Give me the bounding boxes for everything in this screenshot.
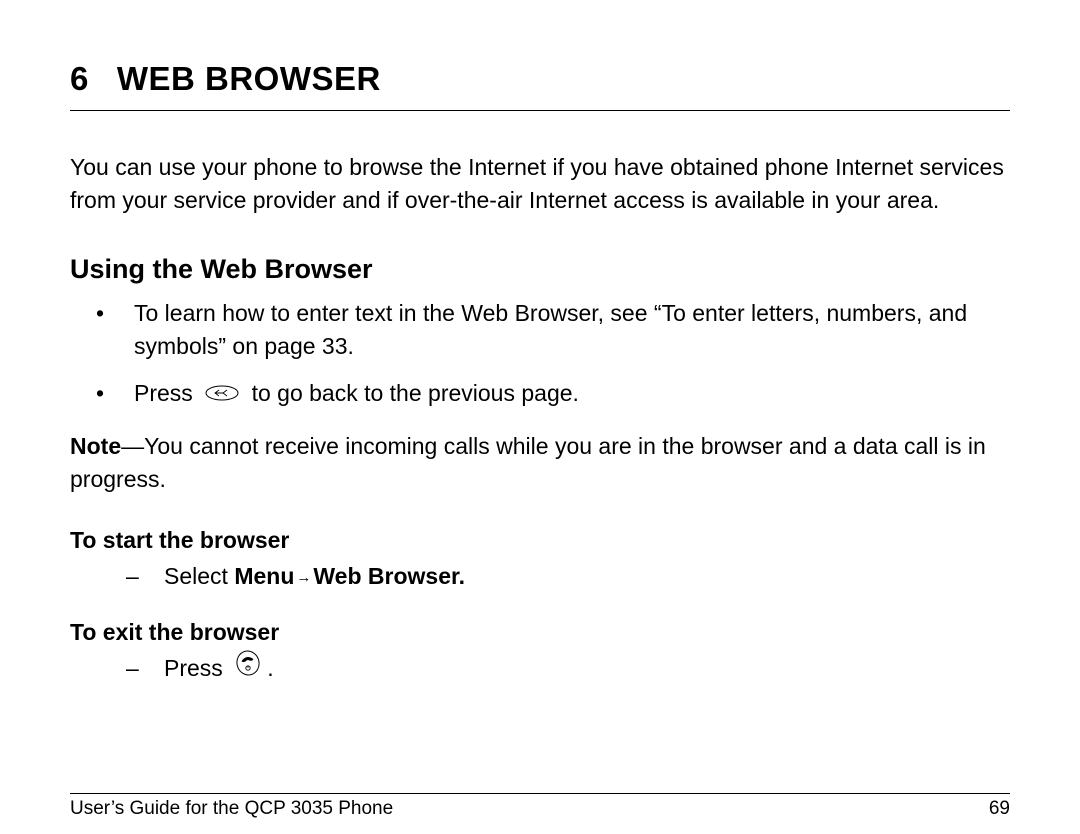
note-paragraph: Note—You cannot receive incoming calls w… [70,430,1010,497]
menu-label: Menu [234,563,294,589]
step-prefix: Press [164,655,229,681]
footer-title: User’s Guide for the QCP 3035 Phone [70,798,393,820]
note-body: —You cannot receive incoming calls while… [70,433,986,492]
list-item: Press to go back to the previous page. [70,377,1010,412]
document-page: 6 WEB BROWSER You can use your phone to b… [0,0,1080,688]
target-label: Web Browser. [313,563,465,589]
step-prefix: Select [164,563,234,589]
sub-heading-start: To start the browser [70,527,1010,554]
chapter-number: 6 [70,60,89,98]
bullet-text-post: to go back to the previous page. [245,380,579,406]
dash-list: Select Menu→Web Browser. [70,560,1010,593]
step-period: . [267,655,273,681]
chapter-title: WEB BROWSER [117,60,381,98]
sub-heading-exit: To exit the browser [70,619,1010,646]
end-key-icon [235,650,261,685]
list-item: To learn how to enter text in the Web Br… [70,297,1010,364]
back-button-icon [205,377,239,410]
dash-list: Press . [70,652,1010,688]
chapter-heading: 6 WEB BROWSER [70,60,1010,111]
list-item: Select Menu→Web Browser. [70,560,1010,593]
note-label: Note [70,433,121,459]
bullet-text-pre: Press [134,380,199,406]
intro-paragraph: You can use your phone to browse the Int… [70,151,1010,218]
page-footer: User’s Guide for the QCP 3035 Phone 69 [70,793,1010,820]
list-item: Press . [70,652,1010,688]
arrow-icon: → [296,569,311,586]
page-number: 69 [989,798,1010,820]
section-heading: Using the Web Browser [70,254,1010,285]
bullet-list: To learn how to enter text in the Web Br… [70,297,1010,412]
